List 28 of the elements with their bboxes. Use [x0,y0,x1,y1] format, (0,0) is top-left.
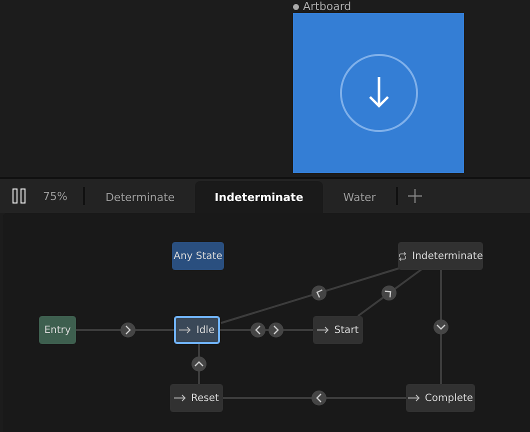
tab[interactable]: Water [323,181,396,213]
pause-icon[interactable] [12,188,26,204]
arrow-right-icon [317,326,330,334]
arrow-right-icon [179,326,192,334]
chevron-icon[interactable] [192,356,206,372]
chevron-icon[interactable] [312,286,326,300]
state-node[interactable]: Any State [172,242,224,270]
arrow-right-icon [408,394,420,402]
state-node[interactable]: Reset [170,384,223,412]
state-node[interactable]: Entry [39,316,76,344]
chevron-icon[interactable] [250,322,266,338]
arrow-right-icon [174,394,186,402]
add-icon[interactable] [408,189,422,203]
chevron-icon[interactable] [268,322,284,338]
state-node[interactable]: Idle [174,316,220,344]
state-node[interactable]: Start [313,316,363,344]
tab[interactable]: Determinate [85,181,195,213]
state-node[interactable]: Indeterminate [398,242,483,270]
chevron-icon[interactable] [434,320,448,334]
artboard-label: Artboard [293,0,530,13]
connector-line [198,344,200,384]
zoom-level[interactable]: 75% [43,190,68,202]
chevron-icon[interactable] [312,390,326,406]
chevron-icon[interactable] [382,286,396,300]
tab[interactable]: Indeterminate [194,181,324,213]
loop-icon [398,250,408,262]
chevron-icon[interactable] [120,322,136,338]
state-node[interactable]: Complete [406,384,475,412]
